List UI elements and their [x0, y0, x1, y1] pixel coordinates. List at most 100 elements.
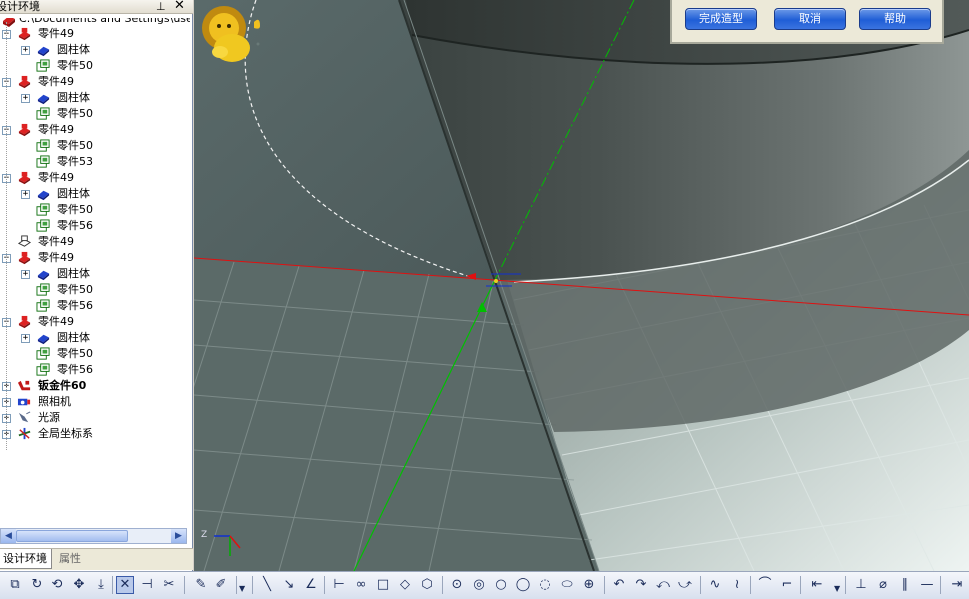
parallel-icon[interactable]: ∥: [896, 576, 914, 594]
tree-item-17[interactable]: 零件56: [0, 298, 190, 314]
toolbar-separator: [442, 576, 443, 594]
circle-center-icon[interactable]: ⊙: [448, 576, 466, 594]
circle-radius-icon[interactable]: ◌: [536, 576, 554, 594]
tree-item-label: 零件56: [57, 219, 93, 232]
tree-item-5[interactable]: 零件50: [0, 106, 190, 122]
tree-item-label: 零件49: [38, 235, 74, 248]
toolbar-separator: [845, 576, 846, 594]
tree-item-21[interactable]: 零件56: [0, 362, 190, 378]
finish-modeling-button[interactable]: 完成造型: [685, 8, 757, 30]
tree-item-15[interactable]: + 圆柱体: [0, 266, 190, 282]
scroll-right-arrow-icon[interactable]: ▶: [171, 529, 186, 543]
toolbar-dropdown-icon[interactable]: ▼: [239, 584, 245, 593]
angle-line-icon[interactable]: ∠: [302, 576, 320, 594]
help-button[interactable]: 帮助: [859, 8, 931, 30]
tree-item-12[interactable]: 零件56: [0, 218, 190, 234]
chamfer-icon[interactable]: ⌐: [778, 576, 796, 594]
tree-item-label: 圆柱体: [57, 267, 90, 280]
tree-item-2[interactable]: 零件50: [0, 58, 190, 74]
horizontal-icon[interactable]: —: [918, 576, 936, 594]
more-tools-icon[interactable]: ⇥: [948, 576, 966, 594]
diamond-icon[interactable]: ◇: [396, 576, 414, 594]
tree-horizontal-scrollbar[interactable]: ◀ ▶: [0, 528, 187, 544]
close-icon[interactable]: ✕: [174, 0, 185, 13]
arc-two-point-icon[interactable]: ⤺: [654, 576, 672, 594]
expand-toggle-icon[interactable]: +: [21, 190, 30, 199]
fillet-icon[interactable]: ⌒: [756, 576, 774, 594]
expand-toggle-icon[interactable]: +: [21, 270, 30, 279]
arc-three-point-icon[interactable]: ↷: [632, 576, 650, 594]
tree-item-4[interactable]: + 圆柱体: [0, 90, 190, 106]
panel-tabs: 设计环境 属性: [0, 548, 193, 570]
arc-center-icon[interactable]: ⊕: [580, 576, 598, 594]
toolbar-separator: [184, 576, 185, 594]
green-part-icon: [36, 155, 50, 168]
cancel-button[interactable]: 取消: [774, 8, 846, 30]
drop-part-icon[interactable]: ⤓: [92, 576, 110, 594]
tree-item-3[interactable]: − 零件49: [0, 74, 190, 90]
toolbar-dropdown-icon[interactable]: ▼: [834, 584, 840, 593]
scroll-left-arrow-icon[interactable]: ◀: [1, 529, 16, 543]
pencil-icon[interactable]: ✎: [192, 576, 210, 594]
dimension-icon[interactable]: ⇤: [808, 576, 826, 594]
green-part-icon: [36, 299, 50, 312]
pencil-dots-icon[interactable]: ✐: [212, 576, 230, 594]
tree-item-10[interactable]: + 圆柱体: [0, 186, 190, 202]
tree-item-1[interactable]: + 圆柱体: [0, 42, 190, 58]
tree-item-20[interactable]: 零件50: [0, 346, 190, 362]
tree-item-19[interactable]: + 圆柱体: [0, 330, 190, 346]
crosshair-icon[interactable]: ✕: [116, 576, 134, 594]
perpendicular-icon[interactable]: ⊥: [852, 576, 870, 594]
line-icon[interactable]: ╲: [258, 576, 276, 594]
tree-item-7[interactable]: 零件50: [0, 138, 190, 154]
red-part-icon: [18, 27, 31, 41]
rectangle-icon[interactable]: □: [374, 576, 392, 594]
toolbar-separator: [800, 576, 801, 594]
link-icon[interactable]: ∞: [352, 576, 370, 594]
tree-item-13[interactable]: 零件49: [0, 234, 190, 250]
tree-item-24[interactable]: + 光源: [0, 410, 190, 426]
circle-two-point-icon[interactable]: ◯: [514, 576, 532, 594]
tree-item-0[interactable]: − 零件49: [0, 26, 190, 42]
circle-three-point-icon[interactable]: ○: [492, 576, 510, 594]
tangent-constraint-icon[interactable]: ⌀: [874, 576, 892, 594]
expand-toggle-icon[interactable]: +: [21, 46, 30, 55]
tree-item-8[interactable]: 零件53: [0, 154, 190, 170]
tree-item-label: 圆柱体: [57, 331, 90, 344]
hexagon-icon[interactable]: ⬡: [418, 576, 436, 594]
green-part-icon: [36, 219, 50, 232]
tree-item-11[interactable]: 零件50: [0, 202, 190, 218]
rotate-part-icon[interactable]: ⟲: [48, 576, 66, 594]
rotate-view-icon[interactable]: ↻: [28, 576, 46, 594]
pan-icon[interactable]: ✥: [70, 576, 88, 594]
ellipse-icon[interactable]: ⬭: [558, 576, 576, 594]
3d-viewport[interactable]: Z 完成造型 取消 帮助: [194, 0, 969, 571]
expand-toggle-icon[interactable]: +: [21, 94, 30, 103]
rectangle-select-icon[interactable]: ⧉: [6, 576, 24, 594]
tree-item-9[interactable]: − 零件49: [0, 170, 190, 186]
tree-item-16[interactable]: 零件50: [0, 282, 190, 298]
cut-tool-icon[interactable]: ✂: [160, 576, 178, 594]
curve-icon[interactable]: ≀: [728, 576, 746, 594]
lion-mascot-icon[interactable]: [194, 0, 274, 68]
tree-item-label: 零件50: [57, 107, 93, 120]
tree-item-25[interactable]: + 全局坐标系: [0, 426, 190, 442]
tree-item-18[interactable]: − 零件49: [0, 314, 190, 330]
blue-cylinder-icon: [37, 270, 50, 281]
tree-item-6[interactable]: − 零件49: [0, 122, 190, 138]
pin-icon[interactable]: ⊥: [156, 0, 166, 13]
scroll-thumb[interactable]: [16, 530, 128, 542]
ortho-line-icon[interactable]: ⊢: [330, 576, 348, 594]
tree-item-23[interactable]: + 照相机: [0, 394, 190, 410]
tab-design-environment[interactable]: 设计环境: [0, 549, 52, 569]
arc-icon[interactable]: ↶: [610, 576, 628, 594]
tangent-line-icon[interactable]: ↘: [280, 576, 298, 594]
expand-toggle-icon[interactable]: +: [21, 334, 30, 343]
tree-item-22[interactable]: + 钣金件60: [0, 378, 190, 394]
arc-tangent-icon[interactable]: ⤻: [676, 576, 694, 594]
circle-tangent-icon[interactable]: ◎: [470, 576, 488, 594]
spline-icon[interactable]: ∿: [706, 576, 724, 594]
tree-item-14[interactable]: − 零件49: [0, 250, 190, 266]
tab-properties[interactable]: 属性: [56, 551, 84, 568]
snap-axis-icon[interactable]: ⊣: [138, 576, 156, 594]
